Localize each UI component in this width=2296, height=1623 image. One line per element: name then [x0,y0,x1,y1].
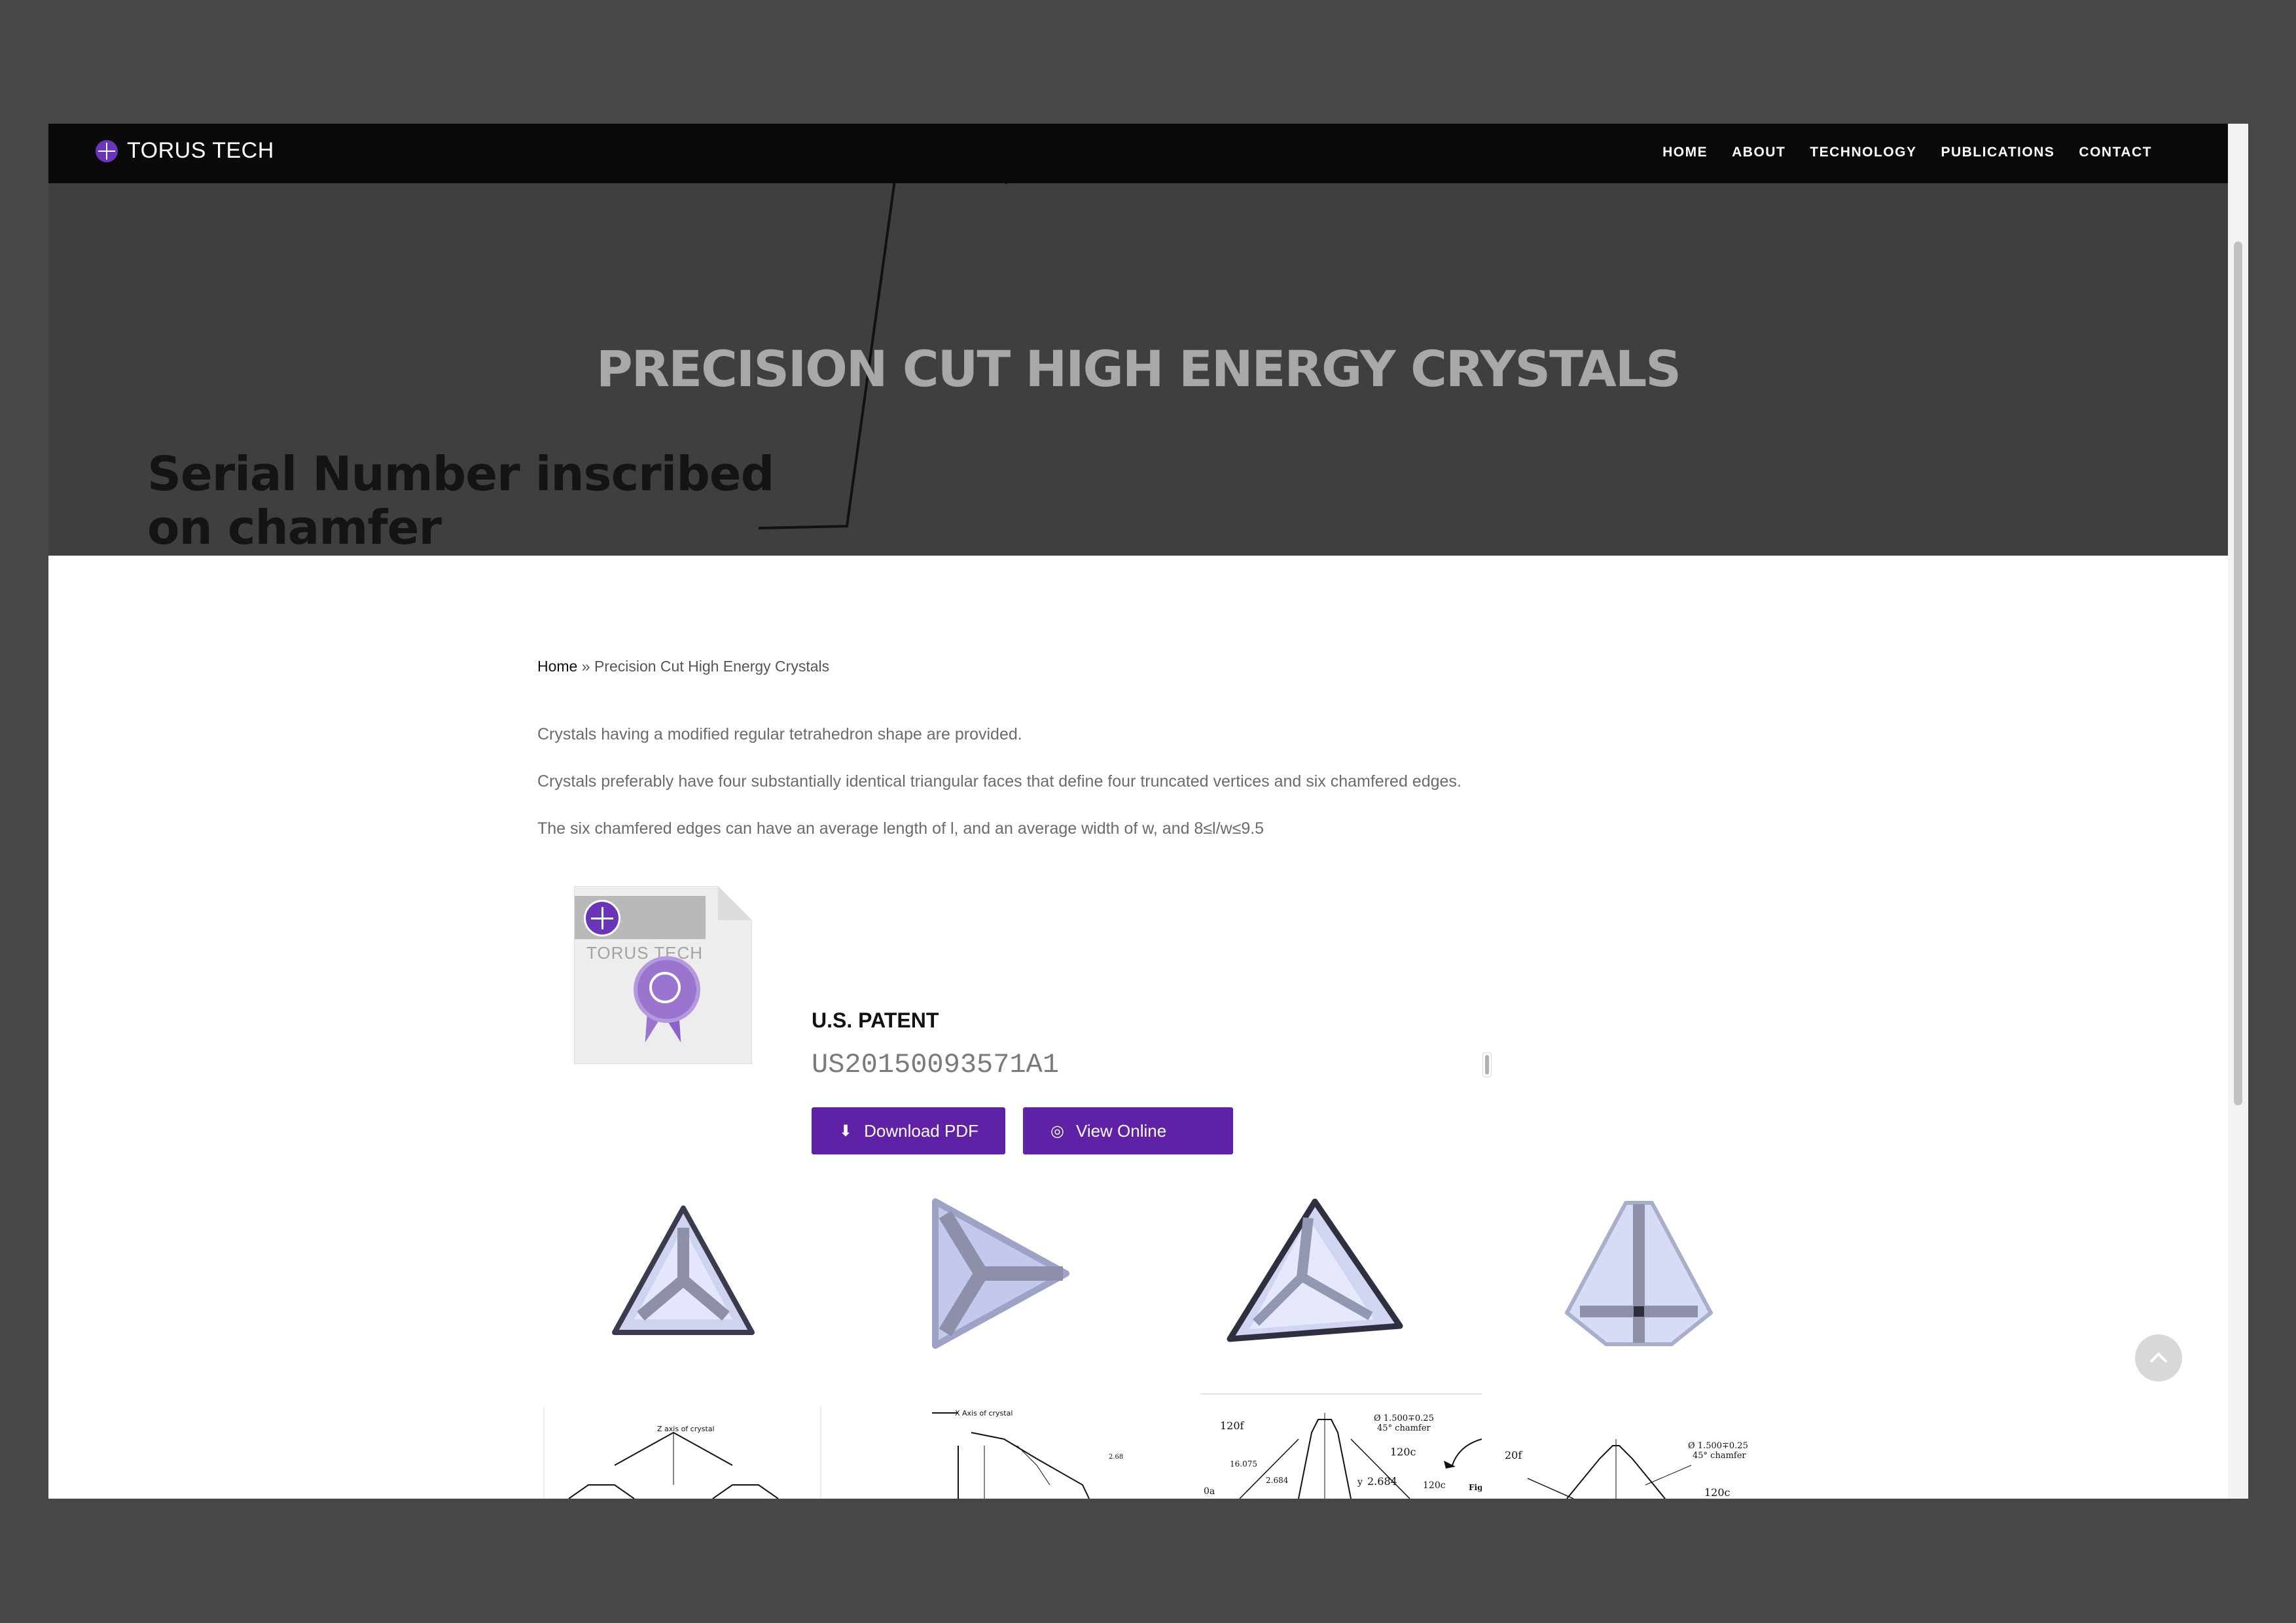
drawing-3-label-y: y [1357,1477,1363,1488]
page-scrollbar-thumb[interactable] [2234,241,2242,1105]
hero-caption-line-1: Serial Number inscribed [147,446,774,501]
page-title: PRECISION CUT HIGH ENERGY CRYSTALS [596,340,1681,398]
description-paragraph-3: The six chamfered edges can have an aver… [537,819,1265,838]
drawing-2-label: X Axis of crystal [955,1409,1013,1418]
drawing-3-label-120c: 120c [1390,1446,1416,1458]
crystal-image-3[interactable] [1210,1195,1407,1352]
chevron-up-icon [2149,1352,2168,1363]
drawing-4-label-120c: 120c [1704,1486,1731,1499]
browser-viewport: PRECISION CUT HIGH ENERGY CRYSTALS Seria… [48,124,2248,1499]
drawing-4-dimension: Ø 1.500∓0.25 [1688,1441,1748,1451]
drawing-3-label-120a: 120c [1423,1480,1446,1491]
drawing-1-label: Z axis of crystal [657,1425,715,1433]
view-online-button[interactable]: ◎ View Online [1023,1107,1233,1154]
site-logo[interactable]: TORUS TECH [96,138,274,164]
thumbnail-brand: TORUS TECH [586,943,704,963]
hero-banner: PRECISION CUT HIGH ENERGY CRYSTALS Seria… [48,124,2228,556]
patent-heading: U.S. PATENT [812,1008,939,1032]
drawing-3-label-fig: Fig [1469,1483,1482,1492]
download-pdf-label: Download PDF [864,1120,978,1141]
technical-drawing-3[interactable]: 120f Ø 1.500∓0.25 45° chamfer 120c 16.07… [1200,1393,1482,1499]
hero-caption-line-2: on chamfer [147,500,442,555]
description-paragraph-1: Crystals having a modified regular tetra… [537,725,1022,743]
drawing-2-dimension: 2.68 [1109,1454,1123,1461]
top-navbar: TORUS TECH HOME ABOUT TECHNOLOGY PUBLICA… [48,124,2228,183]
breadcrumb-home-link[interactable]: Home [537,658,577,675]
drawing-3-label-0a: 0a [1204,1486,1215,1497]
drawing-3-chamfer: 45° chamfer [1377,1423,1431,1433]
drawing-4-chamfer: 45° chamfer [1693,1451,1746,1461]
nav-item-home[interactable]: HOME [1662,145,1708,160]
drawing-3-dim-2684a: 2.684 [1266,1476,1289,1485]
nav-item-contact[interactable]: CONTACT [2079,145,2152,160]
breadcrumb-current: Precision Cut High Energy Crystals [594,658,830,675]
compass-icon: ◎ [1050,1122,1064,1140]
crystal-image-1[interactable] [608,1202,759,1346]
drawing-3-dimension: Ø 1.500∓0.25 [1374,1414,1434,1423]
nav-item-about[interactable]: ABOUT [1732,145,1785,160]
patent-thumbnail[interactable]: TORUS TECH [574,886,752,1064]
crystal-image-4[interactable] [1554,1195,1724,1352]
technical-drawing-4[interactable]: 20f Ø 1.500∓0.25 45° chamfer 120c [1488,1406,1776,1499]
technical-drawing-2[interactable]: X Axis of crystal 2.68 [919,1406,1194,1499]
logo-icon [96,139,118,162]
thumbnail-logo-icon [584,900,620,936]
page-fold [718,886,752,920]
download-pdf-button[interactable]: ⬇ Download PDF [812,1107,1005,1154]
file-download-icon: ⬇ [839,1122,853,1140]
drawing-3-label-120f: 120f [1220,1419,1245,1432]
patent-number-scrollbar[interactable] [1482,1052,1492,1077]
nav-item-technology[interactable]: TECHNOLOGY [1810,145,1916,160]
scroll-to-top-button[interactable] [2135,1334,2182,1382]
view-online-label: View Online [1075,1120,1167,1141]
crystal-image-2[interactable] [916,1195,1073,1352]
award-medal-icon [637,960,696,1019]
nav-menu: HOME ABOUT TECHNOLOGY PUBLICATIONS CONTA… [1662,145,2152,160]
drawing-3-dim-16075: 16.075 [1230,1459,1257,1469]
logo-text: TORUS TECH [127,138,274,163]
technical-drawing-1[interactable]: Z axis of crystal [543,1406,823,1499]
breadcrumb: Home » Precision Cut High Energy Crystal… [537,658,829,675]
nav-item-publications[interactable]: PUBLICATIONS [1941,145,2054,160]
patent-number: US20150093571A1 [812,1049,1060,1080]
description-paragraph-2: Crystals preferably have four substantia… [537,772,1462,791]
drawing-4-label-20f: 20f [1505,1449,1522,1461]
page-scrollbar[interactable] [2228,124,2248,1499]
hero-background-caption: Serial Number inscribed on chamfer [147,447,867,554]
breadcrumb-separator: » [577,658,594,675]
